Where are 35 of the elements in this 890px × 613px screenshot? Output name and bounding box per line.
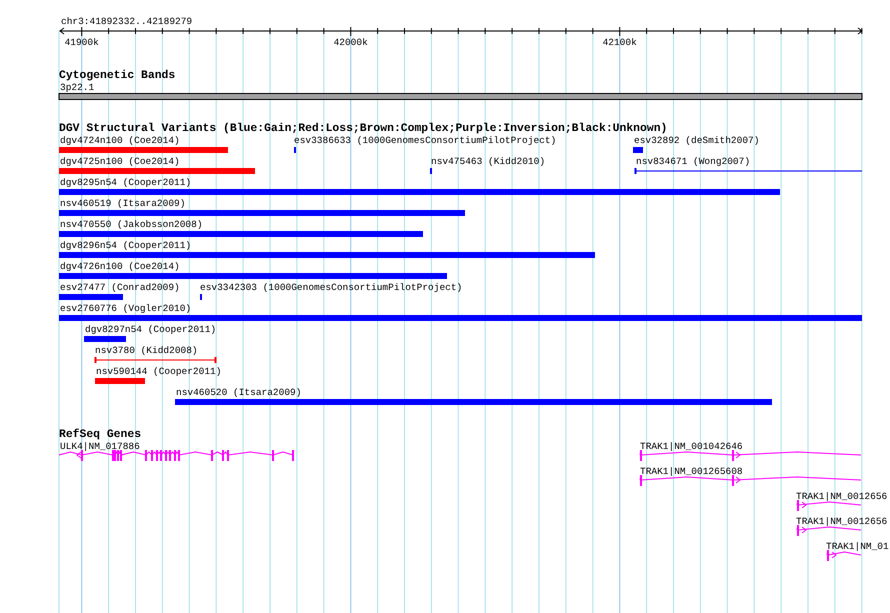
gene-label: TRAK1|NM_001042646 xyxy=(640,441,743,452)
variant-label: esv3342303 (1000GenomesConsortiumPilotProject) xyxy=(200,282,462,293)
gene-model-drawing xyxy=(796,525,862,536)
variant-label: esv2760776 (Vogler2010) xyxy=(60,303,192,314)
ruler-tick-label: 42000k xyxy=(334,37,368,48)
location-label: chr3:41892332..42189279 xyxy=(61,16,192,27)
variant-label: nsv590144 (Cooper2011) xyxy=(96,366,222,377)
variant-label: nsv475463 (Kidd2010) xyxy=(431,156,546,167)
variant-label: dgv8297n54 (Cooper2011) xyxy=(85,324,216,335)
variant-label: nsv834671 (Wong2007) xyxy=(636,156,750,167)
variant-label: esv3386633 (1000GenomesConsortiumPilotProject) xyxy=(294,135,556,146)
ruler-tick-label: 41900k xyxy=(64,37,99,48)
variant-label: esv32892 (deSmith2007) xyxy=(634,135,760,146)
variant-label: dgv4726n100 (Coe2014) xyxy=(60,261,180,272)
variant-label: dgv4724n100 (Coe2014) xyxy=(60,135,180,146)
track-title: DGV Structural Variants (Blue:Gain;Red:Loss;Brown:Complex;Purple:Inversion;Black:Unknown) xyxy=(59,123,668,135)
gene-label: TRAK1|NM_0012656 xyxy=(796,516,888,527)
gene-label: TRAK1|NM_001265608 xyxy=(640,466,743,477)
variant-label: esv27477 (Conrad2009) xyxy=(60,282,180,293)
variant-label: dgv4725n100 (Coe2014) xyxy=(60,156,180,167)
gene-label: ULK4|NM_017886 xyxy=(60,441,140,452)
track-title: Cytogenetic Bands xyxy=(59,70,176,82)
gene-label: TRAK1|NM_01 xyxy=(826,541,889,552)
gene-model-drawing xyxy=(826,550,862,561)
variant-label: nsv3780 (Kidd2008) xyxy=(95,345,198,356)
variant-label: dgv8295n54 (Cooper2011) xyxy=(60,177,192,188)
variant-label: nsv460519 (Itsara2009) xyxy=(60,198,186,209)
gene-label: TRAK1|NM_0012656 xyxy=(796,491,888,502)
variant-label: nsv470550 (Jakobsson2008) xyxy=(60,219,203,230)
variant-label: dgv8296n54 (Cooper2011) xyxy=(60,240,192,251)
ruler-tick-label: 42100k xyxy=(602,37,637,48)
variant-label: nsv460520 (Itsara2009) xyxy=(176,387,302,398)
gene-model-drawing xyxy=(796,500,862,511)
band-label: 3p22.1 xyxy=(60,82,94,93)
track-title: RefSeq Genes xyxy=(59,429,142,441)
